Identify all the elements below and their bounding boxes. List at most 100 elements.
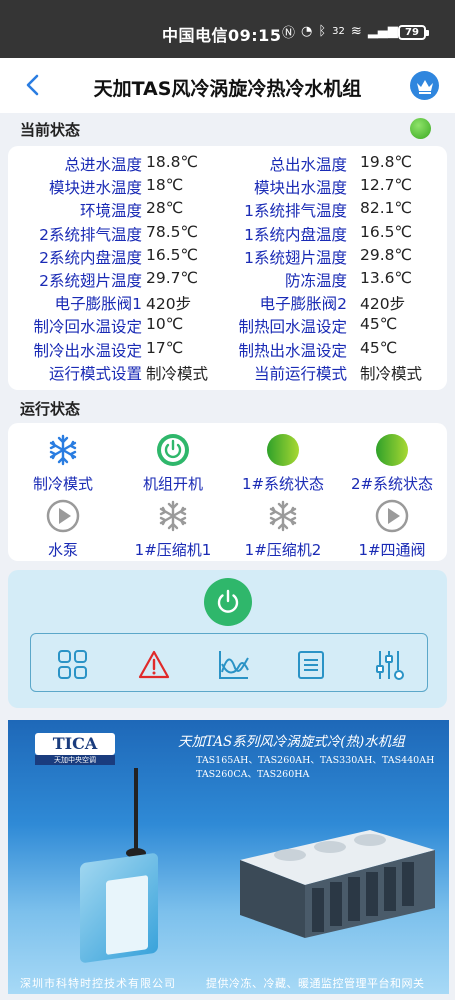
run-status-item: 1#四通阀 [337,499,447,560]
status-label: 1系统内盘温度 [244,225,347,244]
status-label: 总进水温度 [64,156,142,174]
list-icon [298,651,324,679]
status-row: 制冷回水温设定 10℃ 制热回水温设定 45℃ [8,312,447,337]
current-status-heading: 当前状态 [20,121,81,139]
status-label: 制冷出水温设定 [33,341,142,360]
banner-footer-service: 提供冷冻、冷藏、暖通监控管理平台和网关 [206,977,425,990]
power-icon [156,433,190,467]
status-value: 19.8℃ [360,153,412,171]
banner-footer-company: 深圳市科特时控技术有限公司 [20,977,176,990]
page-title: 天加TAS风冷涡旋冷热冷水机组 [93,78,362,100]
status-label: 防冻温度 [284,272,347,290]
status-value: 82.1℃ [360,199,412,218]
control-panel [8,570,447,708]
overview-button[interactable] [56,648,90,682]
alarm-icon [138,650,170,679]
status-row: 制冷出水温设定 17℃ 制热出水温设定 45℃ [8,336,447,360]
status-label: 制热回水温设定 [238,318,347,337]
status-row: 2系统排气温度 78.5℃ 1系统内盘温度 16.5℃ [8,220,447,244]
status-value: 13.6℃ [360,269,412,287]
status-value: 16.5℃ [360,222,412,241]
status-label: 模块出水温度 [253,179,347,198]
app-header: 天加TAS风冷涡旋冷热冷水机组 [0,58,455,113]
carrier-name: 中国电信 [162,26,229,45]
snowflake-icon [266,499,300,533]
grid-icon [58,650,87,679]
run-status-item: 1#压缩机1 [118,499,228,560]
tica-logo-subtitle: 天加中央空调 [35,755,115,765]
run-status-card: 制冷模式 机组开机 1#系统状态 2#系统状态 水泵 1#压缩机1 1#压缩机2 1… [8,423,447,561]
status-label: 制热出水温设定 [238,341,347,360]
signal-icon: ▂▄▆ [367,24,398,39]
status-label: 制冷回水温设定 [33,318,142,337]
banner-model-list: TAS165AH、TAS260AH、TAS330AH、TAS440AH TAS2… [196,755,435,780]
clock: 09:15 [228,26,282,45]
settings-sliders-icon [376,651,404,680]
status-value: 10℃ [146,315,184,334]
vip-button[interactable] [410,71,439,100]
battery-level: 79 [405,27,419,38]
run-status-item: 机组开机 [118,433,228,494]
alarm-clock-icon: ◔ [301,24,313,39]
status-value: 制冷模式 [146,364,209,383]
power-button[interactable] [204,578,252,626]
crown-icon [416,79,433,94]
tool-bar [30,633,428,692]
status-icons: Ⓝ ◔ ᛒ 32 ≋ ▂▄▆ [282,22,398,41]
run-status-label: 水泵 [47,541,78,559]
status-value: 78.5℃ [146,222,198,241]
status-label: 1系统排气温度 [244,202,347,221]
status-label: 总出水温度 [269,156,347,174]
status-row: 2系统内盘温度 16.5℃ 1系统翅片温度 29.8℃ [8,243,447,267]
status-label: 电子膨胀阀1 [54,295,142,314]
status-value: 45℃ [360,338,398,357]
bluetooth-icon: ᛒ [318,24,327,39]
run-status-label: 机组开机 [142,475,203,493]
status-row: 2系统翅片温度 29.7℃ 防冻温度 13.6℃ [8,266,447,290]
status-value: 29.7℃ [146,269,198,287]
online-status-indicator [410,118,431,139]
status-label: 电子膨胀阀2 [259,295,347,314]
run-status-label: 1#系统状态 [241,475,325,493]
snowflake-icon [46,433,80,467]
status-value: 制冷模式 [360,364,423,383]
run-status-label: 制冷模式 [32,475,93,493]
gateway-device-face [106,875,148,955]
status-row: 总进水温度 18.8℃ 总出水温度 19.8℃ [8,150,447,174]
status-row: 运行模式设置 制冷模式 当前运行模式 制冷模式 [8,359,447,383]
chart-icon [219,651,249,679]
status-dot-icon [375,433,409,467]
run-status-item: 1#系统状态 [228,433,338,494]
status-label: 模块进水温度 [48,179,142,198]
product-banner: TICA 天加中央空调 天加TAS系列风冷涡旋式冷(热)水机组 TAS165AH… [8,720,449,994]
run-status-label: 1#压缩机2 [244,541,322,559]
status-value: 17℃ [146,338,184,357]
nfc-icon: Ⓝ [282,26,296,41]
status-value: 29.8℃ [360,245,412,264]
status-value: 420步 [360,295,406,314]
trend-chart-button[interactable] [217,648,251,682]
play-icon [375,499,409,533]
status-value: 16.5℃ [146,245,198,264]
run-status-label: 1#压缩机1 [134,541,212,559]
status-dot-icon [266,433,300,467]
log-list-button[interactable] [294,648,328,682]
carrier-time: 中国电信09:15 [162,22,281,46]
run-status-label: 1#四通阀 [358,541,426,559]
banner-title: 天加TAS系列风冷涡旋式冷(热)水机组 [178,734,405,750]
status-value: 45℃ [360,315,398,334]
status-row: 环境温度 28℃ 1系统排气温度 82.1℃ [8,196,447,221]
status-value: 18℃ [146,176,184,195]
antenna-graphic [134,768,138,858]
status-label: 运行模式设置 [48,364,142,383]
run-status-item: 1#压缩机2 [228,499,338,560]
status-value: 420步 [146,295,192,314]
snowflake-icon [156,499,190,533]
wifi-icon: ≋ [350,24,362,39]
play-icon [46,499,80,533]
alarm-button[interactable] [137,648,171,682]
status-bar: 中国电信09:15 Ⓝ ◔ ᛒ 32 ≋ ▂▄▆ 79 [0,0,455,58]
settings-button[interactable] [372,648,406,682]
status-value: 18.8℃ [146,153,198,171]
status-label: 2系统排气温度 [39,225,142,244]
